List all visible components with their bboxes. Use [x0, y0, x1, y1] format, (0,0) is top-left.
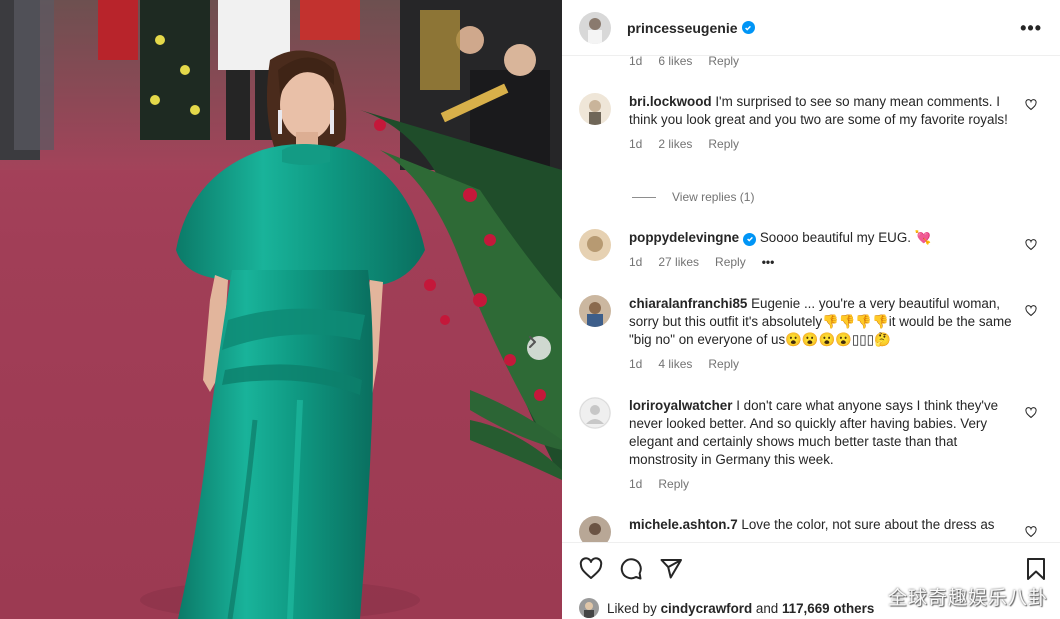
- heart-icon[interactable]: [579, 557, 603, 581]
- comment-likes[interactable]: 4 likes: [658, 355, 692, 373]
- verified-badge-icon: [741, 21, 755, 34]
- comment-username[interactable]: michele.ashton.7: [629, 517, 738, 532]
- comment-item: poppydelevingne Soooo beautiful my EUG. …: [579, 229, 1049, 279]
- comment-time: 1d: [629, 255, 643, 269]
- reply-button[interactable]: Reply: [708, 56, 739, 68]
- reply-button[interactable]: Reply: [658, 475, 689, 493]
- comment-text: Soooo beautiful my EUG. 💘: [759, 230, 932, 245]
- author-avatar[interactable]: [579, 11, 611, 44]
- comment-username[interactable]: bri.lockwood: [629, 94, 712, 109]
- avatar[interactable]: [579, 516, 611, 542]
- like-comment-heart-icon[interactable]: [1025, 407, 1037, 419]
- like-comment-heart-icon[interactable]: [1025, 239, 1037, 251]
- likes-summary: Liked by cindycrawford and 117,669 other…: [579, 598, 874, 618]
- comment-meta-truncated: 1d 6 likes Reply: [629, 56, 739, 68]
- like-comment-heart-icon[interactable]: [1025, 99, 1037, 111]
- comment-text: Love the color, not sure about the dress…: [741, 517, 995, 532]
- likes-and: and: [755, 600, 779, 616]
- comment-item: bri.lockwood I'm surprised to see so man…: [579, 93, 1049, 173]
- likes-prefix: Liked by: [607, 600, 657, 616]
- comment-likes[interactable]: 2 likes: [658, 135, 692, 153]
- comment-icon[interactable]: [619, 557, 643, 581]
- comments-list[interactable]: 1d 6 likes Reply bri.lockwood I'm surpri…: [562, 56, 1060, 542]
- comment-item: michele.ashton.7 Love the color, not sur…: [579, 516, 1049, 542]
- comment-likes[interactable]: 27 likes: [658, 253, 699, 271]
- comment-body: loriroyalwatcher I don't care what anyon…: [629, 397, 1019, 493]
- bookmark-icon[interactable]: [1025, 557, 1047, 581]
- comment-meta: 1d 2 likes Reply: [629, 135, 1019, 153]
- post-header: princesseugenie •••: [562, 0, 1060, 56]
- comment-body: michele.ashton.7 Love the color, not sur…: [629, 516, 1019, 534]
- comment-time: 1d: [629, 56, 643, 68]
- comment-meta: 1d 4 likes Reply: [629, 355, 1019, 373]
- likes-user[interactable]: cindycrawford: [661, 601, 753, 616]
- comment-body: chiaralanfranchi85 Eugenie ... you're a …: [629, 295, 1019, 373]
- view-replies-line: [632, 196, 656, 198]
- likes-count[interactable]: 117,669 others: [782, 601, 874, 616]
- avatar[interactable]: [579, 93, 611, 125]
- comment-body: bri.lockwood I'm surprised to see so man…: [629, 93, 1019, 153]
- comment-time: 1d: [629, 137, 643, 151]
- comment-likes[interactable]: 6 likes: [658, 56, 692, 68]
- post-photo[interactable]: [0, 0, 562, 619]
- chevron-right-icon: [529, 336, 536, 348]
- reply-button[interactable]: Reply: [715, 253, 746, 271]
- share-icon[interactable]: [659, 557, 683, 581]
- comment-time: 1d: [629, 477, 643, 491]
- avatar[interactable]: [579, 598, 599, 618]
- comment-time: 1d: [629, 357, 643, 371]
- comment-body: poppydelevingne Soooo beautiful my EUG. …: [629, 229, 1019, 271]
- comment-username[interactable]: chiaralanfranchi85: [629, 296, 747, 311]
- comment-item: chiaralanfranchi85 Eugenie ... you're a …: [579, 295, 1049, 375]
- verified-badge-icon: [743, 232, 757, 246]
- carousel-next-button[interactable]: [527, 336, 551, 360]
- avatar[interactable]: [579, 229, 611, 261]
- view-replies-label: View replies (1): [672, 190, 755, 204]
- comment-meta: 1d 27 likes Reply •••: [629, 253, 1019, 271]
- reply-button[interactable]: Reply: [708, 135, 739, 153]
- avatar[interactable]: [579, 397, 611, 429]
- like-comment-heart-icon[interactable]: [1025, 526, 1037, 538]
- photo-illustration: [0, 0, 562, 619]
- comment-username[interactable]: poppydelevingne: [629, 230, 739, 245]
- reply-button[interactable]: Reply: [708, 355, 739, 373]
- author-username[interactable]: princesseugenie: [627, 20, 738, 36]
- avatar[interactable]: [579, 295, 611, 327]
- comment-username[interactable]: loriroyalwatcher: [629, 398, 732, 413]
- post-sidebar: 1d 6 likes Reply bri.lockwood I'm surpri…: [562, 0, 1060, 619]
- like-comment-heart-icon[interactable]: [1025, 305, 1037, 317]
- more-options-icon[interactable]: •••: [1020, 18, 1042, 39]
- comment-item: loriroyalwatcher I don't care what anyon…: [579, 397, 1049, 497]
- view-replies-button[interactable]: View replies (1): [632, 190, 754, 204]
- watermark: 全球奇趣娱乐八卦: [887, 587, 1048, 609]
- comment-more-options[interactable]: •••: [762, 253, 775, 271]
- comment-meta: 1d Reply: [629, 475, 1019, 493]
